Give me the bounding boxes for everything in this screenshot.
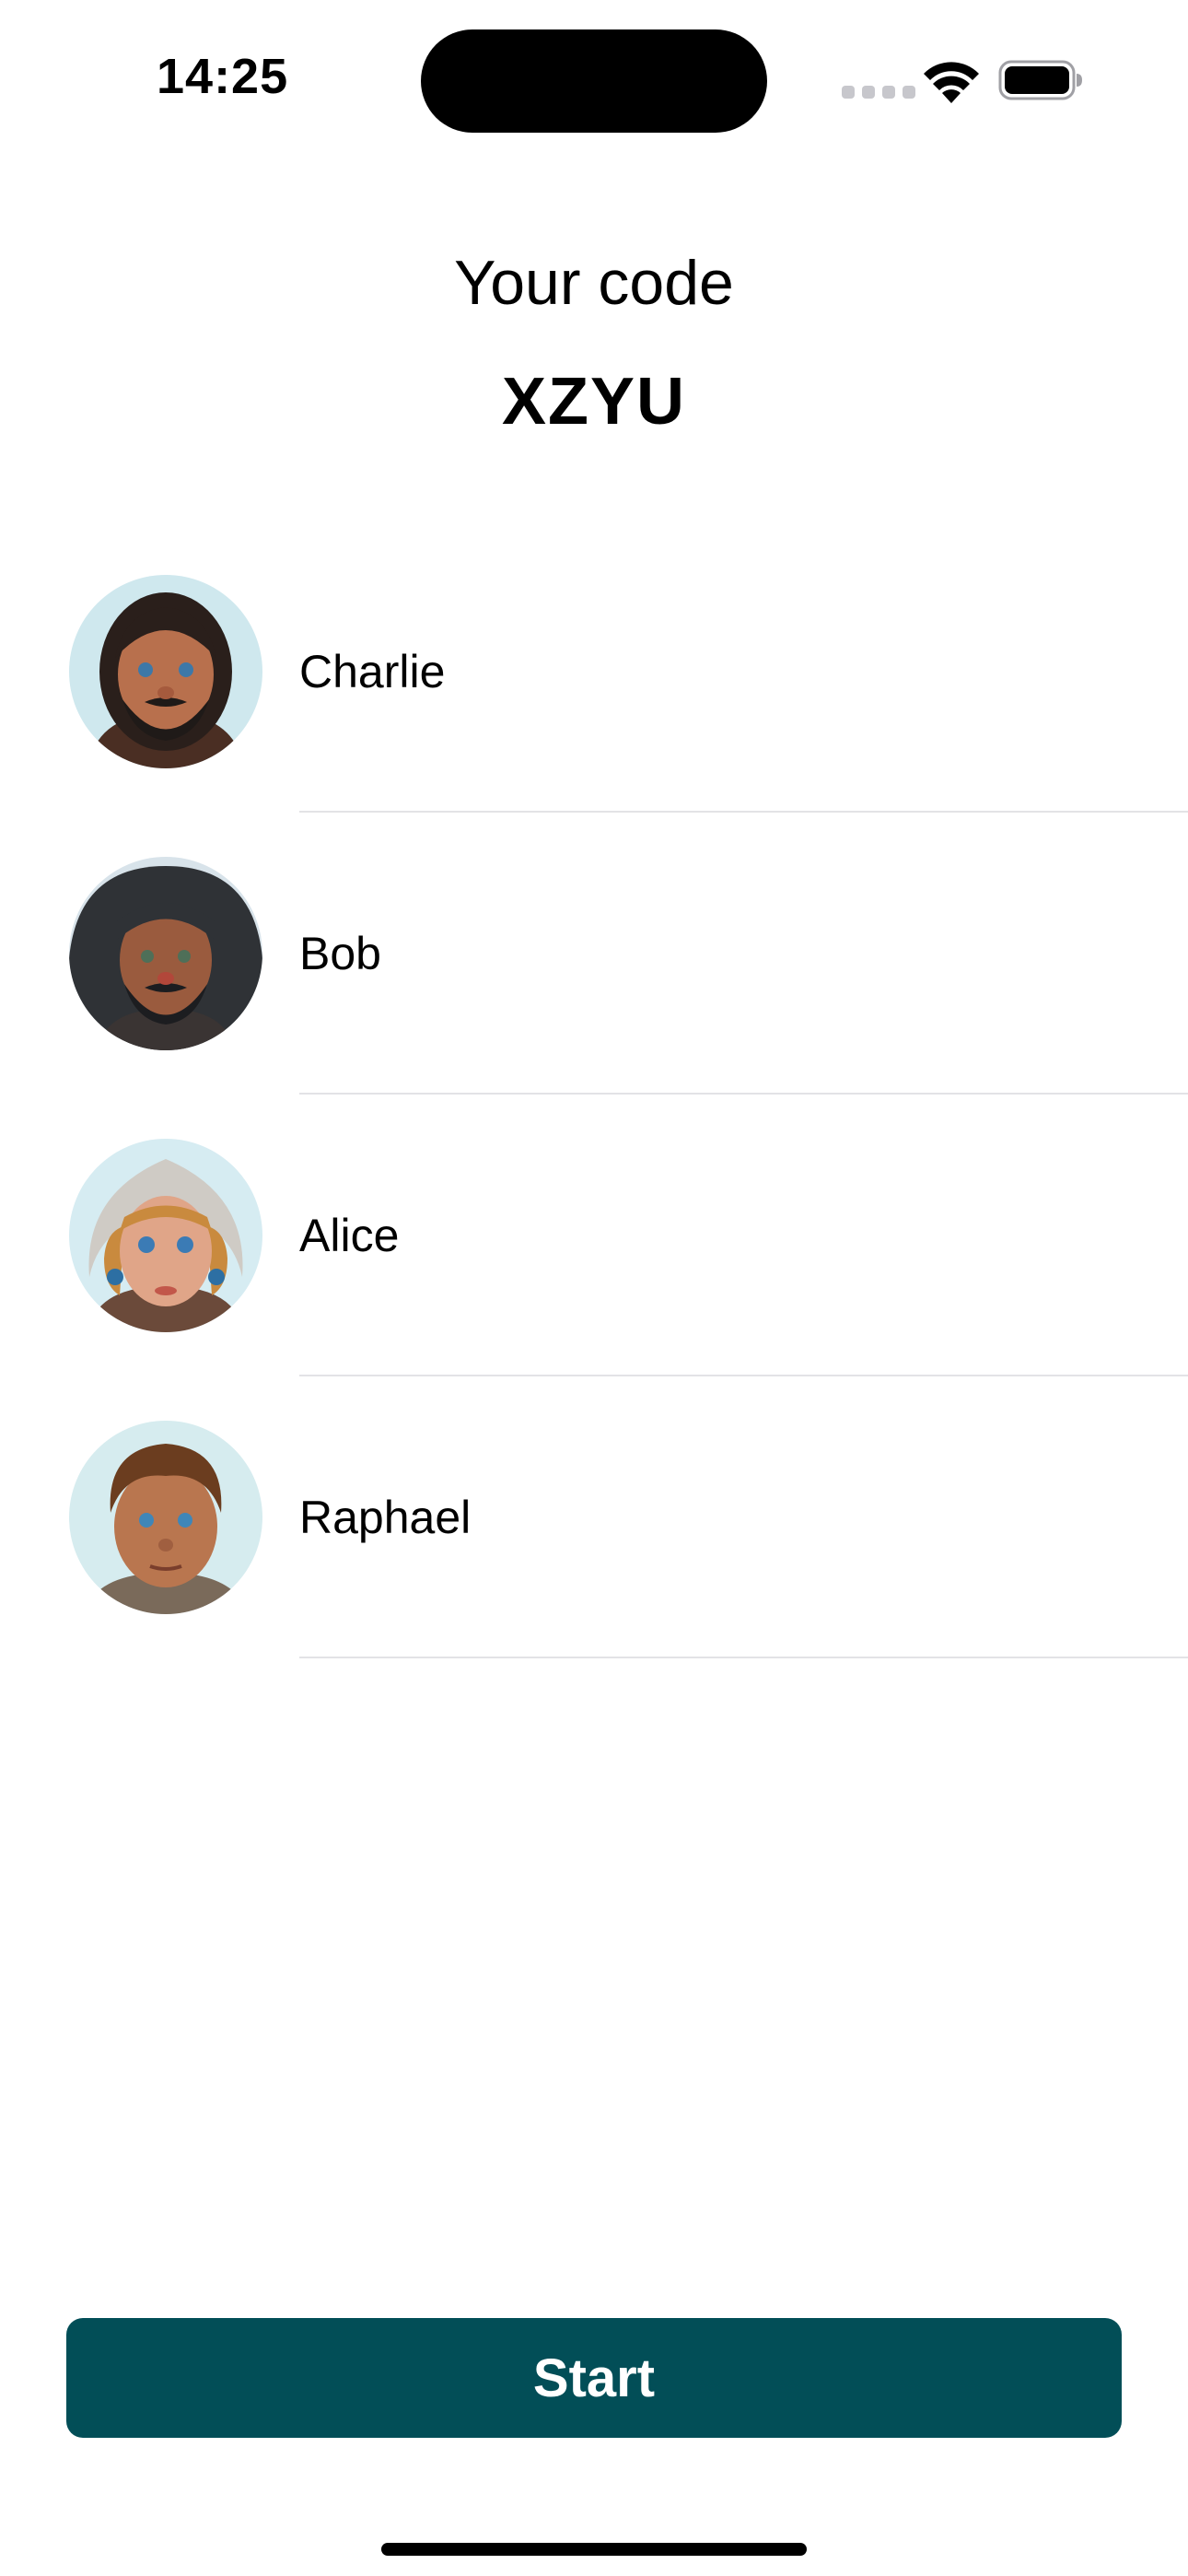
- avatar: [69, 1139, 262, 1332]
- hooded-man-avatar-icon: [69, 857, 262, 1050]
- player-row[interactable]: Charlie: [0, 531, 1188, 813]
- row-separator: [299, 1657, 1188, 1658]
- start-button[interactable]: Start: [66, 2318, 1122, 2438]
- player-name: Bob: [299, 928, 381, 979]
- player-list: Charlie Bob Alice Raphael: [0, 531, 1188, 1658]
- cellular-signal-icon: [842, 86, 917, 99]
- young-man-avatar-icon: [69, 1421, 262, 1614]
- player-row[interactable]: Bob: [0, 813, 1188, 1095]
- avatar: [69, 1421, 262, 1614]
- battery-icon: [998, 60, 1082, 100]
- code-label: Your code: [454, 248, 734, 318]
- bearded-man-avatar-icon: [69, 575, 262, 768]
- dynamic-island: [421, 29, 767, 133]
- woman-avatar-icon: [69, 1139, 262, 1332]
- avatar: [69, 575, 262, 768]
- player-name: Charlie: [299, 646, 446, 697]
- player-name: Alice: [299, 1210, 400, 1261]
- avatar: [69, 857, 262, 1050]
- status-time: 14:25: [157, 49, 289, 104]
- player-row[interactable]: Raphael: [0, 1376, 1188, 1658]
- wifi-icon: [924, 62, 979, 103]
- home-indicator[interactable]: [381, 2543, 807, 2556]
- player-row[interactable]: Alice: [0, 1095, 1188, 1376]
- player-name: Raphael: [299, 1492, 472, 1543]
- game-code: XZYU: [501, 365, 687, 439]
